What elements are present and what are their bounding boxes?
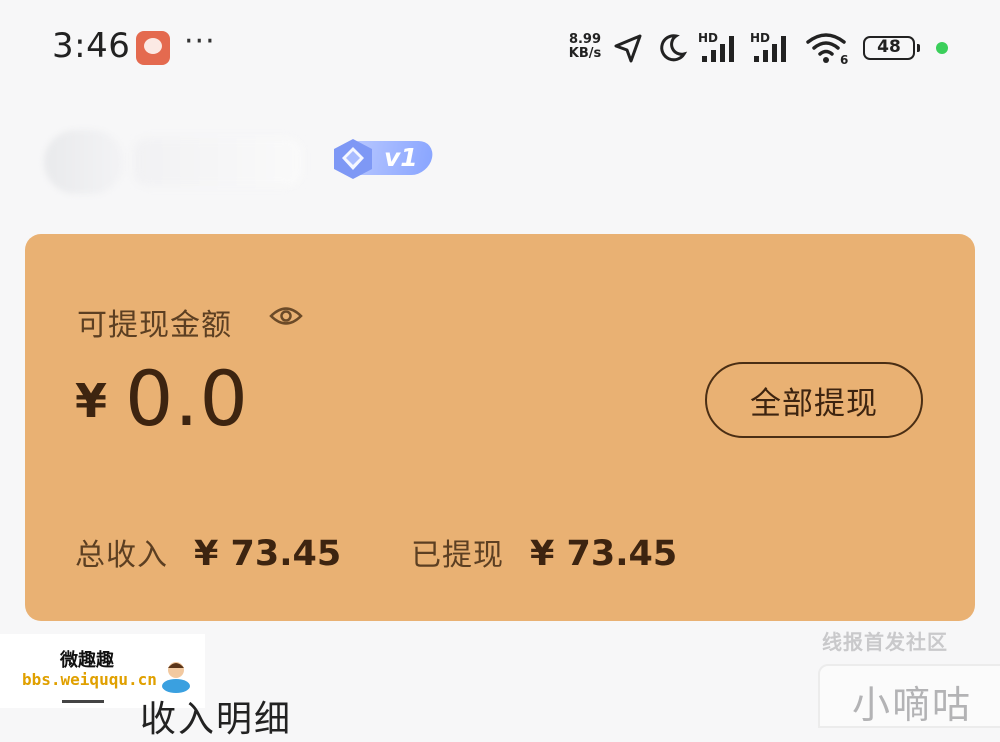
svg-text:HD: HD xyxy=(698,31,718,45)
diamond-icon xyxy=(334,139,372,179)
withdraw-all-button[interactable]: 全部提现 xyxy=(705,362,923,438)
watermark-text-right: 线报首发社区 xyxy=(822,630,948,654)
brand-watermark: 小嘀咕 xyxy=(818,664,1000,728)
wifi-generation-label: 6 xyxy=(840,53,848,66)
vip-level-badge[interactable]: v1 xyxy=(330,137,436,181)
svg-text:HD: HD xyxy=(750,31,770,45)
wifi-icon: 6 xyxy=(806,33,848,66)
signal-icon: HD xyxy=(698,31,734,62)
vip-level-label: v1 xyxy=(384,143,418,172)
signal-icon: HD xyxy=(750,31,786,62)
eye-icon[interactable] xyxy=(269,304,303,328)
wallet-card: 可提现金额 ¥ 0.0 全部提现 总收入 ¥ 73.45 已提现 ¥ 73.45 xyxy=(25,234,975,621)
withdrawn-label: 已提现 xyxy=(411,538,504,573)
brand-watermark-text: 小嘀咕 xyxy=(852,683,973,727)
withdrawable-balance-amount: 0.0 xyxy=(125,354,249,443)
currency-symbol: ¥ xyxy=(75,374,108,428)
watermark-site-url: bbs.weiququ.cn xyxy=(22,670,157,689)
withdrawable-balance-label: 可提现金额 xyxy=(77,308,232,343)
battery-level: 48 xyxy=(877,37,901,57)
list-icon xyxy=(62,700,104,711)
notification-app-icon xyxy=(136,31,170,65)
location-arrow-icon xyxy=(614,34,642,63)
battery-icon: 48 xyxy=(863,36,920,60)
nickname-redacted xyxy=(134,138,302,186)
income-details-title: 收入明细 xyxy=(140,699,293,740)
withdrawn-stat: 已提现 ¥ 73.45 xyxy=(411,530,677,574)
withdrawn-value: ¥ 73.45 xyxy=(530,534,678,574)
total-income-value: ¥ 73.45 xyxy=(194,534,342,574)
more-notifications-icon: ··· xyxy=(184,24,216,59)
watermark-site-name: 微趣趣 xyxy=(60,650,114,671)
mascot-icon xyxy=(162,662,190,693)
network-speed: 8.99 KB/s xyxy=(562,33,608,61)
status-time: 3:46 xyxy=(52,26,131,66)
charging-indicator-icon xyxy=(936,42,948,54)
status-bar: 3:46 ··· 8.99 KB/s HD HD 6 48 xyxy=(0,0,1000,95)
moon-icon xyxy=(660,34,688,62)
total-income-label: 总收入 xyxy=(75,538,168,573)
total-income-stat: 总收入 ¥ 73.45 xyxy=(75,530,341,574)
avatar[interactable] xyxy=(44,130,124,194)
network-speed-value: 8.99 xyxy=(568,32,602,47)
user-profile-row[interactable]: v1 xyxy=(0,110,1000,210)
network-speed-unit: KB/s xyxy=(568,46,602,61)
